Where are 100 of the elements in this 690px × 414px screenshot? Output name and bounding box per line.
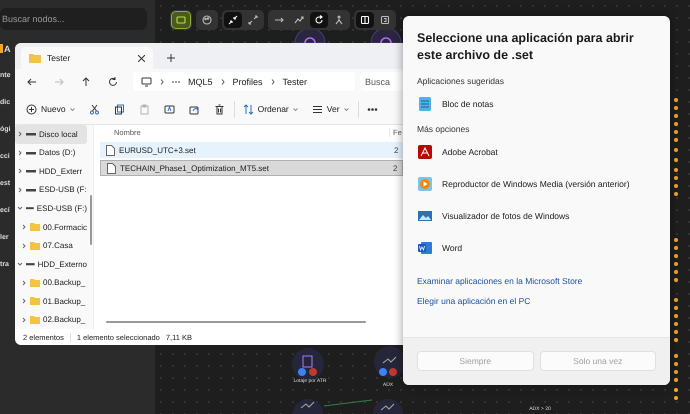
app-option[interactable]: Bloc de notas xyxy=(417,90,656,118)
tree-item[interactable]: Datos (D:) xyxy=(15,144,87,162)
paste-icon xyxy=(138,104,150,114)
tree-item[interactable]: 00.Backup_ xyxy=(15,273,87,292)
cut-icon xyxy=(88,104,100,114)
file-icon xyxy=(106,144,115,156)
tree-item[interactable]: ESD-USB (F: xyxy=(15,180,87,200)
rename-icon xyxy=(164,104,175,114)
category-icon xyxy=(0,44,3,53)
sort-button[interactable]: Ordenar xyxy=(234,100,303,118)
view-button[interactable]: Ver xyxy=(306,100,354,118)
tree-item[interactable]: HDD_Exterr xyxy=(15,162,87,181)
chevron-icon[interactable] xyxy=(21,224,27,230)
app-option[interactable]: Word xyxy=(417,234,656,262)
breadcrumb-item[interactable]: Tester xyxy=(282,76,308,86)
connector-line xyxy=(324,400,372,406)
refresh-icon[interactable] xyxy=(108,76,118,86)
folder-icon xyxy=(30,223,40,231)
file-icon xyxy=(107,162,116,174)
search-field[interactable]: Busca xyxy=(360,72,403,91)
link[interactable]: Elegir una aplicación en el PC xyxy=(417,296,530,306)
up-icon[interactable] xyxy=(81,76,91,86)
chevron-icon[interactable] xyxy=(17,131,23,138)
chevron-icon[interactable] xyxy=(21,298,27,304)
file-date: 2 xyxy=(393,164,398,172)
toolbar-panel-button[interactable] xyxy=(356,12,374,28)
file-name: EURUSD_UTC+3.set xyxy=(119,146,197,154)
frame-icon xyxy=(176,15,186,25)
file-date: 2 xyxy=(394,146,400,154)
folder-icon xyxy=(30,242,40,250)
pdf-icon xyxy=(417,144,433,160)
address-bar[interactable]: MQL5 Profiles Tester xyxy=(133,72,355,91)
sidebar-item[interactable]: A xyxy=(4,44,10,54)
landscape-icon xyxy=(417,208,433,224)
chevron-icon xyxy=(220,78,225,84)
section-heading: Aplicaciones sugeridas xyxy=(417,76,505,86)
new-tab-icon[interactable] xyxy=(167,54,175,62)
delete-icon xyxy=(214,104,225,114)
window-tab[interactable]: Tester xyxy=(21,47,153,69)
tree-item[interactable]: HDD_Externo xyxy=(15,254,87,274)
breadcrumb-item[interactable]: MQL5 xyxy=(188,76,213,86)
scrollbar[interactable] xyxy=(106,321,366,323)
drive-icon xyxy=(26,260,35,268)
new-button[interactable]: Nuevo xyxy=(21,100,80,118)
toolbar-collapse-button[interactable] xyxy=(224,12,242,28)
chevron-icon[interactable] xyxy=(21,280,27,286)
chevron-icon xyxy=(270,78,275,84)
close-icon[interactable] xyxy=(138,54,145,62)
tree-item[interactable]: Disco local xyxy=(15,125,87,144)
tree-item[interactable]: 00.Formacic xyxy=(15,218,87,236)
chevron-icon[interactable] xyxy=(17,150,23,156)
sort-icon xyxy=(242,104,254,114)
link[interactable]: Examinar aplicaciones en la Microsoft Store xyxy=(417,276,582,286)
chevron-icon xyxy=(160,78,164,84)
file-row[interactable]: TECHAIN_Phase1_Optimization_MT5.set 2 xyxy=(100,160,403,176)
notepad-icon xyxy=(417,96,433,112)
graph-node-drawing[interactable] xyxy=(292,348,324,380)
tab-title: Tester xyxy=(47,53,72,63)
graph-node-drawing[interactable] xyxy=(373,399,403,414)
app-option[interactable]: Adobe Acrobat xyxy=(417,138,656,166)
breadcrumb-item[interactable]: Profiles xyxy=(232,76,263,86)
caret-icon xyxy=(70,108,75,110)
chevron-icon[interactable] xyxy=(21,242,27,249)
panel-alt-icon xyxy=(380,15,390,25)
caret-icon xyxy=(292,108,298,110)
caret-icon xyxy=(344,108,349,110)
computer-icon xyxy=(141,76,152,86)
chevron-icon[interactable] xyxy=(17,186,23,193)
chevron-icon[interactable] xyxy=(17,168,23,174)
share-icon xyxy=(188,104,200,114)
tree-item[interactable]: 07.Casa xyxy=(15,236,87,255)
chevron-icon[interactable] xyxy=(21,316,27,323)
curve-icon xyxy=(294,15,304,25)
dialog-title: Seleccione una aplicación para abrir este archivo de .set xyxy=(417,30,635,64)
tree-item[interactable]: ESD-USB (F:) xyxy=(15,199,87,218)
file-name: TECHAIN_Phase1_Optimization_MT5.set xyxy=(120,164,270,172)
loop-icon xyxy=(314,15,324,25)
tree-item[interactable]: 01.Backup_ xyxy=(15,292,87,310)
chevron-icon[interactable] xyxy=(17,205,23,212)
app-option[interactable]: Visualizador de fotos de Windows xyxy=(417,202,656,230)
tree-item[interactable]: 02.Backup_ xyxy=(15,310,87,330)
graph-node-drawing[interactable] xyxy=(293,399,323,414)
view-icon xyxy=(312,104,323,114)
copy-icon xyxy=(114,104,125,114)
file-row[interactable]: EURUSD_UTC+3.set 2 xyxy=(100,142,403,158)
scrollbar[interactable] xyxy=(90,195,92,245)
play-icon xyxy=(417,176,433,192)
app-option[interactable]: Reproductor de Windows Media (versión anterior) xyxy=(417,170,656,198)
panel-icon xyxy=(360,15,370,25)
chevron-icon[interactable] xyxy=(17,261,23,268)
straight-icon xyxy=(274,15,284,25)
new-icon xyxy=(26,104,37,114)
collapse-icon xyxy=(228,15,238,25)
folder-icon xyxy=(29,53,41,63)
palette-icon xyxy=(202,15,212,25)
back-icon[interactable] xyxy=(27,76,37,86)
search-field[interactable]: Buscar nodos... xyxy=(0,8,147,30)
toolbar-loop-button[interactable] xyxy=(310,12,328,28)
word-icon xyxy=(417,240,433,256)
section-heading: Más opciones xyxy=(417,124,470,134)
